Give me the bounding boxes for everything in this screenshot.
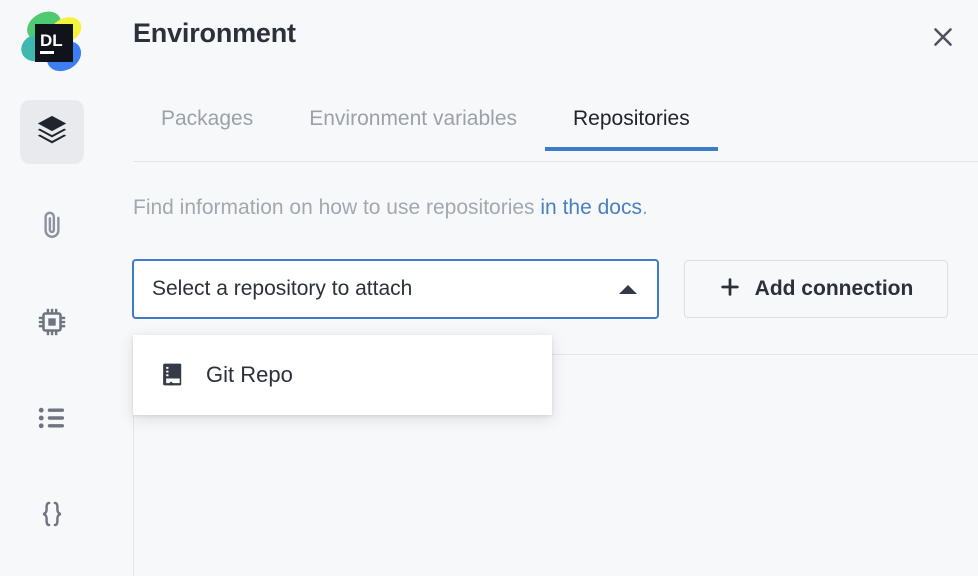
bullet-list-icon [35,401,69,440]
layers-icon [35,113,69,152]
add-connection-label: Add connection [755,277,914,301]
plus-icon [719,276,741,303]
sidebar-item-compute[interactable] [20,292,84,356]
sidebar-item-variables[interactable] [20,484,84,548]
cpu-chip-icon [35,305,69,344]
repository-select[interactable]: Select a repository to attach [132,259,659,319]
left-rail: DL [0,0,104,576]
tab-bar-divider [133,161,978,162]
datalore-logo: DL [16,8,88,80]
repository-select-label: Select a repository to attach [152,277,412,301]
svg-text:DL: DL [40,31,63,50]
close-icon [930,24,956,55]
paperclip-icon [35,209,69,248]
tab-repositories[interactable]: Repositories [545,104,718,151]
sidebar-item-layers[interactable] [20,100,84,164]
caret-up-icon [619,285,637,294]
add-connection-button[interactable]: Add connection [684,260,948,318]
dropdown-option-git-repo[interactable]: Git Repo [133,335,552,415]
tab-bar: Packages Environment variables Repositor… [133,104,718,162]
dropdown-option-label: Git Repo [206,362,293,388]
sidebar-item-attachments[interactable] [20,196,84,260]
repository-dropdown-menu: Git Repo [133,335,552,415]
docs-link[interactable]: in the docs [540,196,642,219]
sidebar-item-outline[interactable] [20,388,84,452]
close-button[interactable] [926,22,960,56]
tab-packages[interactable]: Packages [133,104,281,151]
page-title: Environment [133,18,296,49]
docs-hint-period: . [642,196,648,219]
tab-environment-variables[interactable]: Environment variables [281,104,545,151]
docs-hint-text: Find information on how to use repositor… [133,196,540,219]
docs-hint: Find information on how to use repositor… [133,196,648,220]
repository-book-icon [158,361,186,389]
curly-braces-icon [35,497,69,536]
